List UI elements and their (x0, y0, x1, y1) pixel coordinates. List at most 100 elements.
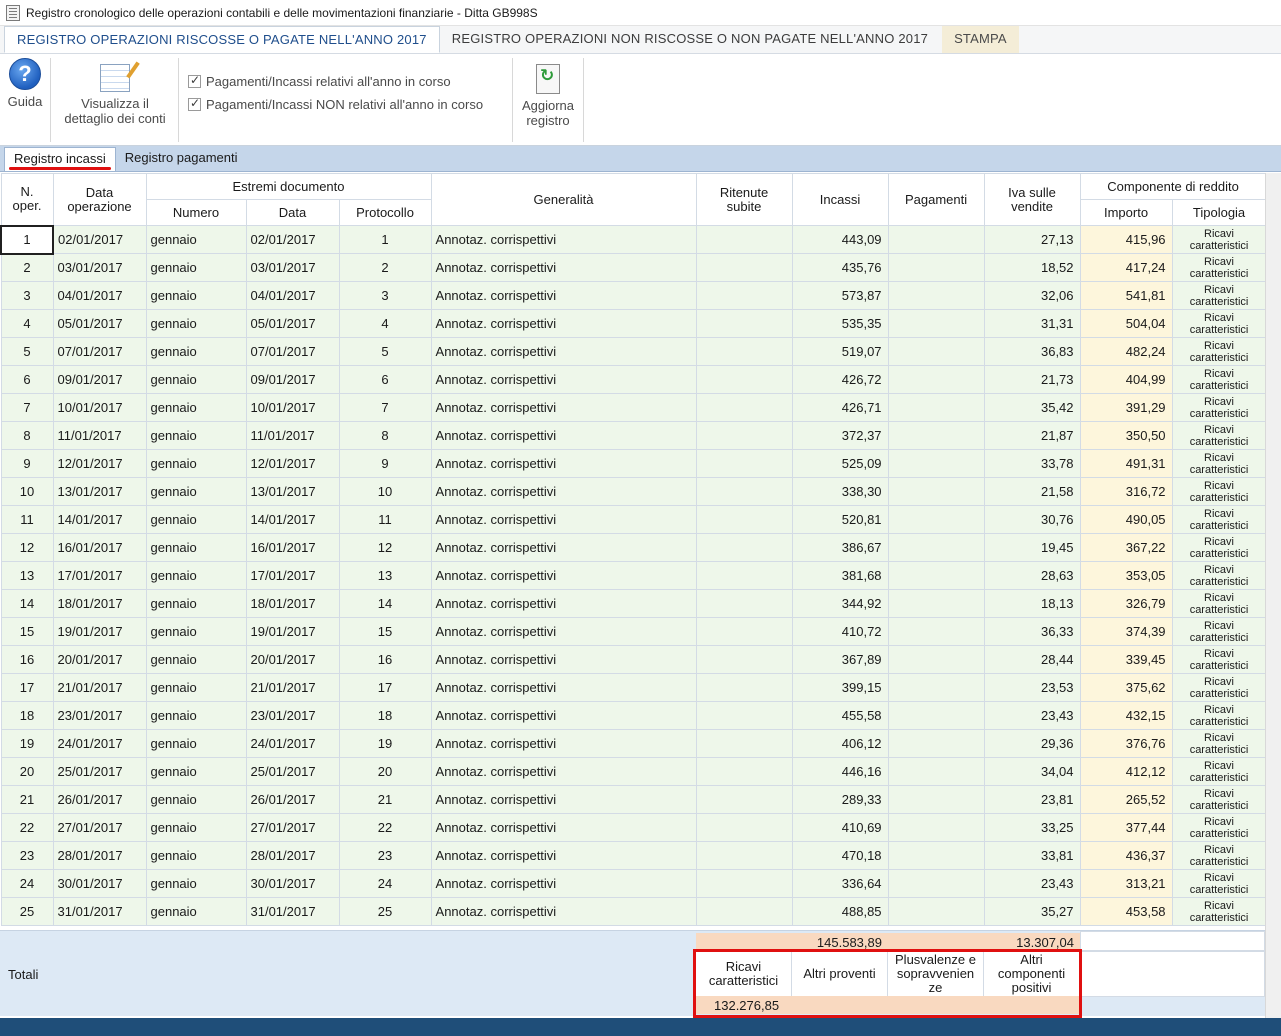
cell-data-operazione[interactable]: 18/01/2017 (52, 589, 147, 618)
cell-data-operazione[interactable]: 31/01/2017 (52, 897, 147, 926)
cell-data[interactable]: 20/01/2017 (245, 645, 340, 674)
cell-n-oper[interactable]: 23 (0, 841, 54, 870)
cell-importo[interactable]: 316,72 (1079, 477, 1173, 506)
cell-data[interactable]: 27/01/2017 (245, 813, 340, 842)
col-header-ritenute[interactable]: Ritenute subite (695, 173, 793, 226)
cell-data-operazione[interactable]: 23/01/2017 (52, 701, 147, 730)
cell-pagamenti[interactable] (887, 589, 985, 618)
cell-iva[interactable]: 33,78 (983, 449, 1081, 478)
cell-n-oper[interactable]: 13 (0, 561, 54, 590)
cell-numero[interactable]: gennaio (145, 561, 247, 590)
table-row[interactable]: 5 07/01/2017 gennaio 07/01/2017 5 Annotaz. co… (0, 337, 1267, 366)
cell-tipologia[interactable]: Ricavi caratteristici (1171, 589, 1267, 618)
cell-data[interactable]: 25/01/2017 (245, 757, 340, 786)
cell-data-operazione[interactable]: 20/01/2017 (52, 645, 147, 674)
cell-incassi[interactable]: 455,58 (791, 701, 889, 730)
table-row[interactable]: 4 05/01/2017 gennaio 05/01/2017 4 Annotaz. co… (0, 309, 1267, 338)
cell-importo[interactable]: 504,04 (1079, 309, 1173, 338)
cell-importo[interactable]: 432,15 (1079, 701, 1173, 730)
cell-generalita[interactable]: Annotaz. corrispettivi (430, 337, 697, 366)
cell-protocollo[interactable]: 2 (338, 253, 432, 282)
cell-ritenute[interactable] (695, 309, 793, 338)
cell-numero[interactable]: gennaio (145, 645, 247, 674)
col-header-protocollo[interactable]: Protocollo (338, 199, 432, 226)
cell-generalita[interactable]: Annotaz. corrispettivi (430, 421, 697, 450)
cell-iva[interactable]: 28,63 (983, 561, 1081, 590)
cell-data[interactable]: 21/01/2017 (245, 673, 340, 702)
cell-incassi[interactable]: 344,92 (791, 589, 889, 618)
cell-protocollo[interactable]: 14 (338, 589, 432, 618)
cell-data[interactable]: 13/01/2017 (245, 477, 340, 506)
cell-numero[interactable]: gennaio (145, 393, 247, 422)
cell-importo[interactable]: 313,21 (1079, 869, 1173, 898)
cell-data-operazione[interactable]: 11/01/2017 (52, 421, 147, 450)
cell-protocollo[interactable]: 12 (338, 533, 432, 562)
cell-importo[interactable]: 417,24 (1079, 253, 1173, 282)
cell-ritenute[interactable] (695, 281, 793, 310)
cell-protocollo[interactable]: 5 (338, 337, 432, 366)
cell-ritenute[interactable] (695, 617, 793, 646)
cell-ritenute[interactable] (695, 589, 793, 618)
cell-incassi[interactable]: 289,33 (791, 785, 889, 814)
col-header-data[interactable]: Data (245, 199, 340, 226)
cell-incassi[interactable]: 488,85 (791, 897, 889, 926)
cell-iva[interactable]: 35,42 (983, 393, 1081, 422)
cell-incassi[interactable]: 336,64 (791, 869, 889, 898)
table-row[interactable]: 14 18/01/2017 gennaio 18/01/2017 14 Annotaz. … (0, 589, 1267, 618)
cell-protocollo[interactable]: 6 (338, 365, 432, 394)
cell-importo[interactable]: 326,79 (1079, 589, 1173, 618)
guida-button[interactable]: ? Guida (4, 58, 46, 109)
table-row[interactable]: 15 19/01/2017 gennaio 19/01/2017 15 Annotaz. … (0, 617, 1267, 646)
cell-pagamenti[interactable] (887, 869, 985, 898)
cell-generalita[interactable]: Annotaz. corrispettivi (430, 449, 697, 478)
cell-n-oper[interactable]: 1 (0, 224, 54, 255)
cell-importo[interactable]: 482,24 (1079, 337, 1173, 366)
cell-numero[interactable]: gennaio (145, 813, 247, 842)
cell-pagamenti[interactable] (887, 505, 985, 534)
cell-iva[interactable]: 36,83 (983, 337, 1081, 366)
cell-data-operazione[interactable]: 12/01/2017 (52, 449, 147, 478)
cell-data-operazione[interactable]: 17/01/2017 (52, 561, 147, 590)
cell-n-oper[interactable]: 25 (0, 897, 54, 926)
cell-incassi[interactable]: 426,72 (791, 365, 889, 394)
cell-generalita[interactable]: Annotaz. corrispettivi (430, 589, 697, 618)
cell-tipologia[interactable]: Ricavi caratteristici (1171, 897, 1267, 926)
cell-tipologia[interactable]: Ricavi caratteristici (1171, 785, 1267, 814)
cell-n-oper[interactable]: 4 (0, 309, 54, 338)
cell-ritenute[interactable] (695, 561, 793, 590)
table-row[interactable]: 19 24/01/2017 gennaio 24/01/2017 19 Annotaz. … (0, 729, 1267, 758)
cell-data[interactable]: 17/01/2017 (245, 561, 340, 590)
cell-numero[interactable]: gennaio (145, 309, 247, 338)
checkbox-non-anno-corso[interactable]: Pagamenti/Incassi NON relativi all'anno … (188, 96, 483, 112)
cell-ritenute[interactable] (695, 897, 793, 926)
cell-data[interactable]: 31/01/2017 (245, 897, 340, 926)
cell-incassi[interactable]: 520,81 (791, 505, 889, 534)
cell-pagamenti[interactable] (887, 645, 985, 674)
cell-generalita[interactable]: Annotaz. corrispettivi (430, 365, 697, 394)
table-row[interactable]: 24 30/01/2017 gennaio 30/01/2017 24 Annotaz. … (0, 869, 1267, 898)
cell-generalita[interactable]: Annotaz. corrispettivi (430, 505, 697, 534)
cell-ritenute[interactable] (695, 477, 793, 506)
table-row[interactable]: 22 27/01/2017 gennaio 27/01/2017 22 Annotaz. … (0, 813, 1267, 842)
cell-protocollo[interactable]: 1 (338, 225, 432, 254)
cell-numero[interactable]: gennaio (145, 477, 247, 506)
cell-tipologia[interactable]: Ricavi caratteristici (1171, 309, 1267, 338)
cell-importo[interactable]: 541,81 (1079, 281, 1173, 310)
table-row[interactable]: 23 28/01/2017 gennaio 28/01/2017 23 Annotaz. … (0, 841, 1267, 870)
cell-pagamenti[interactable] (887, 757, 985, 786)
cell-iva[interactable]: 18,52 (983, 253, 1081, 282)
cell-generalita[interactable]: Annotaz. corrispettivi (430, 561, 697, 590)
vertical-scrollbar[interactable] (1265, 173, 1281, 1018)
cell-data[interactable]: 10/01/2017 (245, 393, 340, 422)
cell-iva[interactable]: 30,76 (983, 505, 1081, 534)
cell-data[interactable]: 23/01/2017 (245, 701, 340, 730)
cell-data-operazione[interactable]: 28/01/2017 (52, 841, 147, 870)
cell-iva[interactable]: 21,58 (983, 477, 1081, 506)
cell-numero[interactable]: gennaio (145, 757, 247, 786)
cell-pagamenti[interactable] (887, 785, 985, 814)
cell-ritenute[interactable] (695, 421, 793, 450)
cell-iva[interactable]: 29,36 (983, 729, 1081, 758)
cell-pagamenti[interactable] (887, 701, 985, 730)
cell-protocollo[interactable]: 15 (338, 617, 432, 646)
cell-protocollo[interactable]: 23 (338, 841, 432, 870)
